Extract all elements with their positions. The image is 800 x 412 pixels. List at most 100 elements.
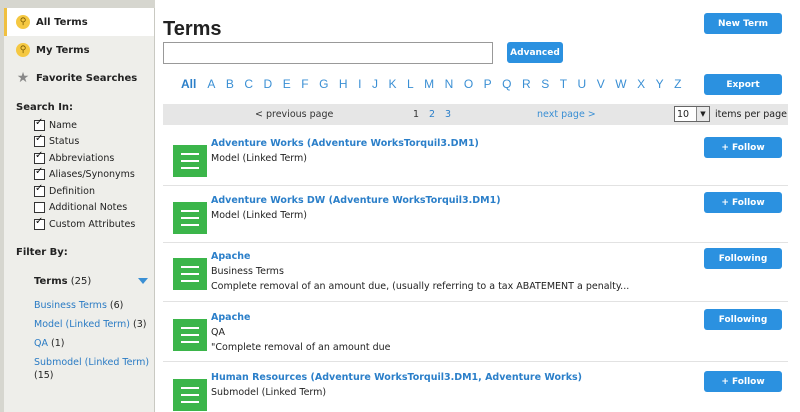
term-type: Model (Linked Term) bbox=[211, 153, 307, 164]
alpha-all[interactable]: All bbox=[181, 77, 196, 91]
term-name-link[interactable]: Apache bbox=[211, 312, 250, 323]
nav-all-terms[interactable]: ⚲ All Terms bbox=[4, 8, 154, 36]
nav-my-terms[interactable]: ⚲ My Terms bbox=[4, 36, 154, 64]
term-document-icon bbox=[173, 319, 207, 351]
page-link[interactable]: 2 bbox=[429, 109, 435, 120]
follow-button[interactable]: + Follow bbox=[704, 137, 782, 158]
chevron-down-icon[interactable]: ▼ bbox=[696, 107, 709, 121]
alpha-letter[interactable]: Y bbox=[656, 77, 664, 91]
term-type: QA bbox=[211, 327, 225, 338]
alpha-letter[interactable]: N bbox=[445, 77, 454, 91]
advanced-button[interactable]: Advanced bbox=[507, 42, 563, 63]
next-page-link[interactable]: next page > bbox=[537, 109, 596, 120]
pagination-bar: < previous page 1 2 3 next page > 10 ▼ i… bbox=[163, 104, 788, 125]
filter-business-terms[interactable]: Business Terms (6) bbox=[4, 299, 154, 312]
term-type: Model (Linked Term) bbox=[211, 210, 307, 221]
page-link-current[interactable]: 1 bbox=[413, 109, 419, 120]
page-title: Terms bbox=[163, 18, 222, 40]
alpha-letter[interactable]: T bbox=[560, 77, 567, 91]
filter-terms-toggle[interactable]: Terms (25) bbox=[4, 276, 154, 287]
term-row: Apache Business Terms Complete removal o… bbox=[163, 248, 788, 302]
checkbox-status[interactable] bbox=[34, 133, 45, 148]
filter-terms-count: (25) bbox=[70, 275, 92, 287]
alpha-letter[interactable]: J bbox=[372, 77, 378, 91]
alpha-letter[interactable]: B bbox=[226, 77, 234, 91]
filter-link-label[interactable]: Submodel (Linked Term) bbox=[34, 357, 149, 368]
new-term-button[interactable]: New Term bbox=[704, 13, 782, 34]
triangle-down-icon[interactable] bbox=[138, 278, 148, 284]
items-per-page-label: items per page bbox=[715, 109, 787, 120]
alpha-letter[interactable]: P bbox=[484, 77, 492, 91]
search-in-additional-notes[interactable]: Additional Notes bbox=[4, 200, 154, 217]
search-in-abbreviations[interactable]: Abbreviations bbox=[4, 150, 154, 167]
alpha-letter[interactable]: X bbox=[637, 77, 645, 91]
filter-link-label[interactable]: Business Terms bbox=[34, 300, 107, 311]
search-in-name[interactable]: Name bbox=[4, 117, 154, 134]
filter-model-linked-term[interactable]: Model (Linked Term) (3) bbox=[4, 318, 154, 331]
following-button[interactable]: Following bbox=[704, 248, 782, 269]
follow-button[interactable]: + Follow bbox=[704, 371, 782, 392]
search-in-aliases[interactable]: Aliases/Synonyms bbox=[4, 166, 154, 184]
term-type: Business Terms bbox=[211, 266, 284, 277]
alpha-letter[interactable]: U bbox=[578, 77, 587, 91]
alpha-letter[interactable]: E bbox=[283, 77, 291, 91]
alpha-letter[interactable]: A bbox=[207, 77, 215, 91]
filter-count: (3) bbox=[133, 318, 147, 330]
page-link[interactable]: 3 bbox=[445, 109, 451, 120]
alpha-letter[interactable]: Q bbox=[502, 77, 511, 91]
filter-link-label[interactable]: Model (Linked Term) bbox=[34, 319, 130, 330]
alpha-letter[interactable]: H bbox=[339, 77, 348, 91]
alpha-letter[interactable]: R bbox=[522, 77, 531, 91]
checkbox-label: Name bbox=[49, 119, 78, 131]
term-name-link[interactable]: Adventure Works DW (Adventure WorksTorqu… bbox=[211, 195, 501, 206]
alpha-letter[interactable]: L bbox=[407, 77, 414, 91]
search-in-custom-attributes[interactable]: Custom Attributes bbox=[4, 216, 154, 233]
filter-link-label[interactable]: QA bbox=[34, 338, 48, 349]
alpha-letter[interactable]: V bbox=[597, 77, 605, 91]
term-name-link[interactable]: Apache bbox=[211, 251, 250, 262]
search-icon: ⚲ bbox=[16, 43, 30, 57]
nav-favorite-searches[interactable]: ★ Favorite Searches bbox=[4, 64, 154, 92]
alpha-letter[interactable]: F bbox=[301, 77, 308, 91]
checkbox-label: Definition bbox=[49, 185, 96, 197]
checkbox-aliases[interactable] bbox=[34, 166, 45, 181]
alpha-letter[interactable]: D bbox=[264, 77, 273, 91]
alpha-letter[interactable]: S bbox=[541, 77, 549, 91]
term-row: Apache QA "Complete removal of an amount… bbox=[163, 309, 788, 362]
search-input[interactable] bbox=[163, 42, 493, 64]
alpha-letter[interactable]: C bbox=[244, 77, 253, 91]
term-name-link[interactable]: Human Resources (Adventure WorksTorquil3… bbox=[211, 372, 582, 383]
filter-qa[interactable]: QA (1) bbox=[4, 337, 154, 350]
checkbox-abbreviations[interactable] bbox=[34, 150, 45, 164]
term-definition: "Complete removal of an amount due bbox=[211, 342, 391, 353]
checkbox-label: Abbreviations bbox=[49, 152, 115, 164]
items-per-page-select[interactable]: 10 ▼ bbox=[674, 106, 710, 122]
filter-submodel-linked-term[interactable]: Submodel (Linked Term) (15) bbox=[4, 356, 154, 382]
checkbox-custom-attributes[interactable] bbox=[34, 216, 45, 230]
items-per-page-value: 10 bbox=[677, 108, 690, 120]
alpha-letter[interactable]: I bbox=[358, 77, 361, 91]
term-type: Submodel (Linked Term) bbox=[211, 387, 327, 398]
checkbox-additional-notes[interactable] bbox=[34, 202, 45, 214]
alpha-letter[interactable]: M bbox=[424, 77, 434, 91]
export-button[interactable]: Export bbox=[704, 74, 782, 95]
term-document-icon bbox=[173, 379, 207, 411]
following-button[interactable]: Following bbox=[704, 309, 782, 330]
search-in-definition[interactable]: Definition bbox=[4, 183, 154, 200]
star-icon: ★ bbox=[16, 70, 30, 86]
alpha-letter[interactable]: W bbox=[615, 77, 626, 91]
checkbox-name[interactable] bbox=[34, 117, 45, 131]
checkbox-label: Additional Notes bbox=[49, 202, 128, 214]
checkbox-definition[interactable] bbox=[34, 183, 45, 197]
filter-count: (15) bbox=[34, 369, 54, 381]
alpha-letter[interactable]: Z bbox=[674, 77, 681, 91]
term-document-icon bbox=[173, 258, 207, 290]
alpha-letter[interactable]: O bbox=[464, 77, 473, 91]
alpha-letter[interactable]: K bbox=[388, 77, 396, 91]
alpha-letter[interactable]: G bbox=[319, 77, 328, 91]
previous-page-link[interactable]: < previous page bbox=[255, 109, 333, 120]
term-name-link[interactable]: Adventure Works (Adventure WorksTorquil3… bbox=[211, 138, 479, 149]
follow-button[interactable]: + Follow bbox=[704, 192, 782, 213]
filter-terms-label: Terms bbox=[34, 275, 68, 287]
search-in-status[interactable]: Status bbox=[4, 133, 154, 151]
